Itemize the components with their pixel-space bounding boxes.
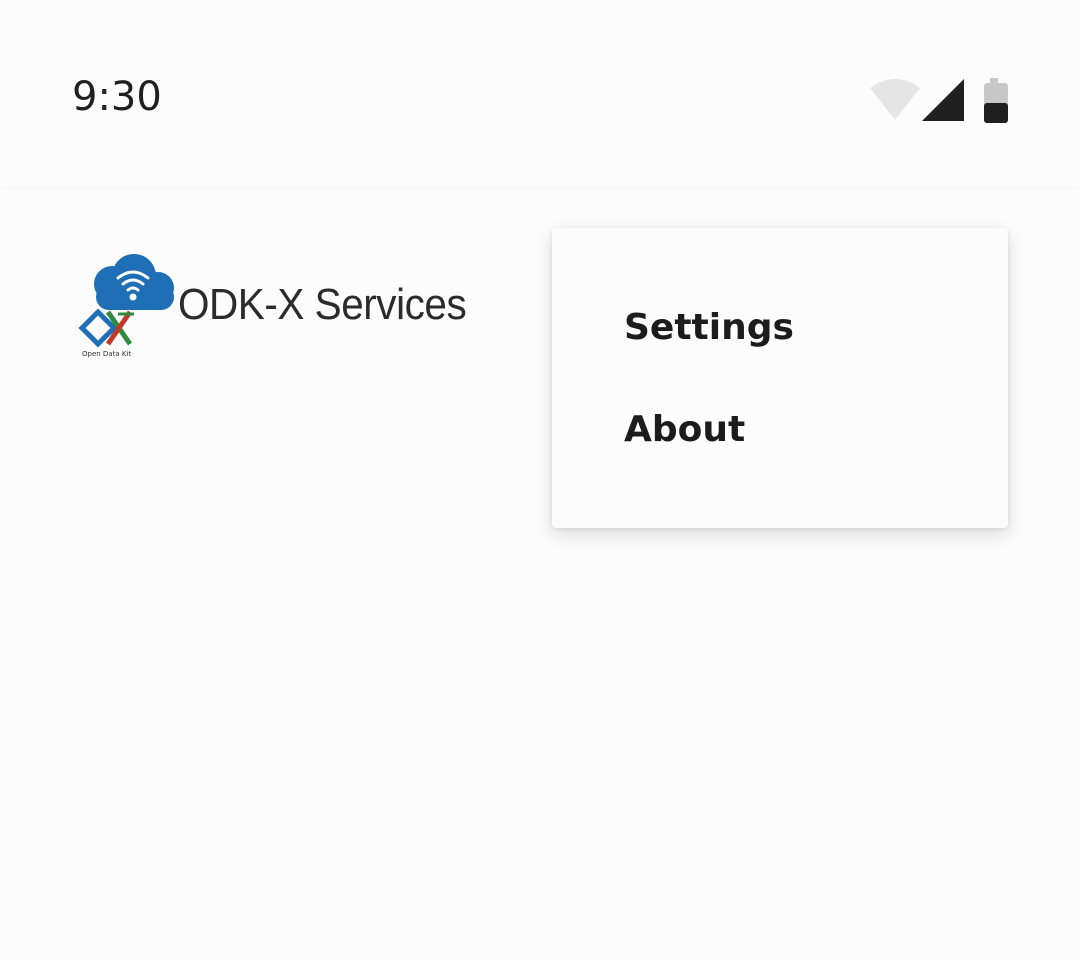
status-icons: [868, 76, 1013, 126]
menu-item-label: Settings: [624, 307, 794, 348]
menu-item-settings[interactable]: Settings: [552, 278, 1008, 378]
cloud-icon: [94, 254, 174, 310]
menu-item-about[interactable]: About: [552, 380, 1008, 480]
odkx-logo-icon: Open Data Kit: [78, 254, 174, 358]
status-time: 9:30: [72, 74, 162, 120]
menu-item-label: About: [624, 409, 746, 450]
battery-icon: [984, 78, 1008, 123]
logo-caption: Open Data Kit: [82, 350, 131, 358]
status-bar: 9:30: [0, 0, 1080, 190]
status-icons-svg: [870, 78, 1008, 123]
wifi-icon: [870, 79, 920, 120]
app-title: ODK-X Services: [178, 280, 467, 329]
wifi-dot: [129, 293, 137, 301]
app-logo: Open Data Kit: [78, 252, 180, 362]
cell-signal-icon: [922, 79, 964, 121]
overflow-menu: Settings About: [552, 228, 1008, 528]
odk-mark-icon: [78, 308, 134, 348]
